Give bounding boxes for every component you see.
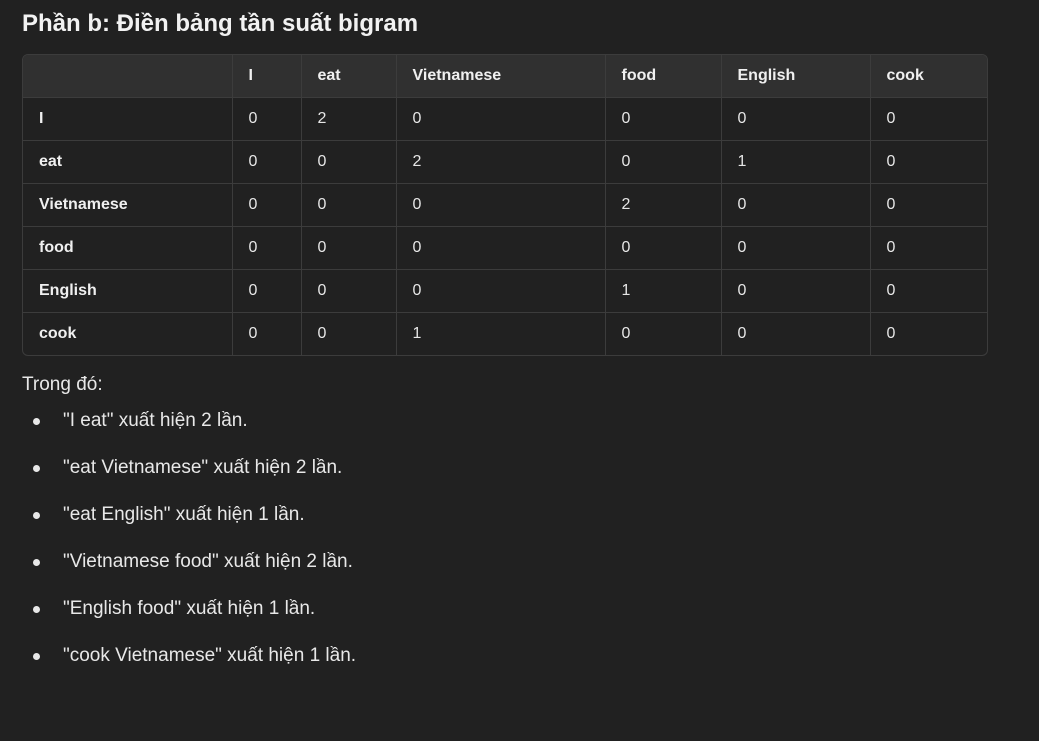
table-cell: 0 xyxy=(301,183,397,227)
list-item-text: "cook Vietnamese" xuất hiện 1 lần. xyxy=(63,645,357,666)
table-row: eat 0 0 2 0 1 0 xyxy=(23,140,987,184)
table-cell: 0 xyxy=(396,97,606,141)
list-item: "I eat" xuất hiện 2 lần. xyxy=(22,408,988,455)
table-cell: 1 xyxy=(605,269,722,313)
table-cell: 0 xyxy=(232,140,302,184)
table-row: food 0 0 0 0 0 0 xyxy=(23,226,987,270)
table-cell: 0 xyxy=(301,226,397,270)
table-cell: 0 xyxy=(721,183,871,227)
table-header-row: I eat Vietnamese food English cook xyxy=(23,55,987,98)
table-row: I 0 2 0 0 0 0 xyxy=(23,97,987,141)
column-header-corner xyxy=(23,55,233,98)
column-header: I xyxy=(232,55,302,98)
table-cell: 2 xyxy=(301,97,397,141)
row-header: English xyxy=(23,269,233,313)
bigram-table-container: I eat Vietnamese food English cook I 0 2… xyxy=(22,54,988,356)
list-item-text: "English food" xuất hiện 1 lần. xyxy=(63,598,316,619)
row-header: Vietnamese xyxy=(23,183,233,227)
table-cell: 0 xyxy=(870,269,987,313)
table-cell: 0 xyxy=(301,312,397,355)
row-header: I xyxy=(23,97,233,141)
table-row: English 0 0 0 1 0 0 xyxy=(23,269,987,313)
list-item: "eat English" xuất hiện 1 lần. xyxy=(22,502,988,549)
column-header: Vietnamese xyxy=(396,55,606,98)
list-item: "eat Vietnamese" xuất hiện 2 lần. xyxy=(22,455,988,502)
table-cell: 0 xyxy=(721,226,871,270)
table-cell: 0 xyxy=(301,269,397,313)
table-cell: 2 xyxy=(605,183,722,227)
bullet-dot-icon xyxy=(33,465,40,472)
table-cell: 0 xyxy=(721,269,871,313)
table-cell: 0 xyxy=(396,269,606,313)
table-cell: 2 xyxy=(396,140,606,184)
list-item-text: "Vietnamese food" xuất hiện 2 lần. xyxy=(63,551,353,572)
column-header: English xyxy=(721,55,871,98)
table-cell: 0 xyxy=(396,226,606,270)
table-cell: 1 xyxy=(721,140,871,184)
table-cell: 0 xyxy=(232,183,302,227)
bullet-dot-icon xyxy=(33,418,40,425)
table-cell: 0 xyxy=(870,97,987,141)
list-item: "cook Vietnamese" xuất hiện 1 lần. xyxy=(22,643,988,690)
table-cell: 0 xyxy=(870,183,987,227)
table-cell: 0 xyxy=(721,97,871,141)
table-cell: 0 xyxy=(605,97,722,141)
table-cell: 0 xyxy=(870,226,987,270)
row-header: food xyxy=(23,226,233,270)
table-cell: 0 xyxy=(301,140,397,184)
list-item-text: "eat English" xuất hiện 1 lần. xyxy=(63,504,305,525)
row-header: eat xyxy=(23,140,233,184)
table-cell: 0 xyxy=(232,312,302,355)
bullet-dot-icon xyxy=(33,606,40,613)
list-item-text: "eat Vietnamese" xuất hiện 2 lần. xyxy=(63,457,343,478)
column-header: food xyxy=(605,55,722,98)
message-content: Phần b: Điền bảng tần suất bigram I eat … xyxy=(22,0,988,690)
table-cell: 0 xyxy=(232,226,302,270)
table-cell: 0 xyxy=(886,325,896,342)
list-item: "English food" xuất hiện 1 lần. xyxy=(22,596,988,643)
column-header: eat xyxy=(301,55,397,98)
bigram-count-list: "I eat" xuất hiện 2 lần. "eat Vietnamese… xyxy=(22,408,988,690)
table-cell: 0 xyxy=(605,226,722,270)
list-item: "Vietnamese food" xuất hiện 2 lần. xyxy=(22,549,988,596)
table-row: Vietnamese 0 0 0 2 0 0 xyxy=(23,183,987,227)
table-cell: 0 xyxy=(232,97,302,141)
bullet-dot-icon xyxy=(33,559,40,566)
table-cell: 0 xyxy=(232,269,302,313)
list-item-text: "I eat" xuất hiện 2 lần. xyxy=(63,410,248,431)
bullet-dot-icon xyxy=(33,512,40,519)
explanation-intro: Trong đó: xyxy=(22,374,103,395)
bullet-dot-icon xyxy=(33,653,40,660)
section-heading: Phần b: Điền bảng tần suất bigram xyxy=(22,10,419,37)
table-cell: 0 xyxy=(721,312,871,355)
bigram-frequency-table: I eat Vietnamese food English cook I 0 2… xyxy=(23,55,987,355)
table-cell: 1 xyxy=(396,312,606,355)
column-header: cook xyxy=(870,55,987,98)
table-cell: 0 xyxy=(605,312,722,355)
table-cell: 0 xyxy=(396,183,606,227)
row-header: cook xyxy=(23,312,233,355)
table-cell: 0 xyxy=(870,140,987,184)
table-cell: 0 xyxy=(605,140,722,184)
table-row: cook 0 0 1 0 0 0 xyxy=(23,312,987,355)
